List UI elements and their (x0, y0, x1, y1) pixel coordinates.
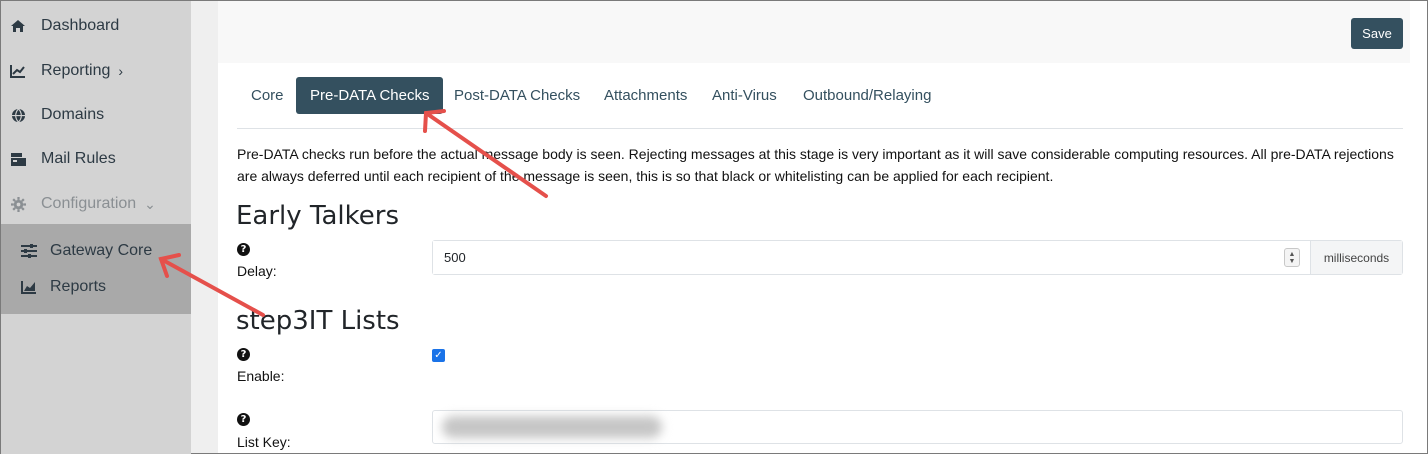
number-spinner[interactable]: ▲ ▼ (1284, 248, 1300, 267)
sidebar-item-label: Mail Rules (41, 150, 116, 167)
help-icon[interactable]: ? (237, 348, 250, 361)
submenu-item-reports[interactable]: Reports (21, 272, 106, 302)
help-icon[interactable]: ? (237, 243, 250, 256)
globe-icon (9, 106, 27, 124)
tab-outbound-relaying[interactable]: Outbound/Relaying (789, 77, 945, 114)
sidebar-item-label: Configuration (41, 195, 137, 212)
lists-heading: step3IT Lists (236, 306, 400, 336)
configuration-submenu: Gateway Core Reports (1, 224, 191, 314)
sidebar-item-reporting[interactable]: Reporting › (1, 51, 191, 91)
top-toolbar (218, 1, 1410, 63)
submenu-item-label: Reports (50, 278, 107, 295)
tab-core[interactable]: Core (237, 77, 298, 114)
sidebar: Dashboard Reporting › Domains Mail Rules… (1, 1, 191, 454)
mail-rules-icon (9, 150, 27, 168)
delay-input-group: milliseconds (432, 240, 1403, 275)
enable-checkbox[interactable]: ✓ (432, 349, 445, 362)
spinner-up-icon: ▲ (1288, 250, 1296, 258)
spinner-down-icon: ▼ (1288, 257, 1296, 265)
sidebar-item-label: Reporting (41, 62, 111, 79)
main-panel (218, 1, 1427, 453)
settings-tabs: Core Pre-DATA Checks Post-DATA Checks At… (237, 77, 1403, 129)
tab-anti-virus[interactable]: Anti-Virus (698, 77, 791, 114)
section-description: Pre-DATA checks run before the actual me… (237, 146, 1394, 184)
chevron-down-icon: ⌄ (144, 195, 156, 212)
checkmark-icon: ✓ (434, 349, 443, 361)
home-icon (9, 17, 27, 35)
sidebar-item-label: Domains (41, 106, 105, 123)
redacted-value (442, 416, 662, 438)
tab-attachments[interactable]: Attachments (590, 77, 701, 114)
tab-pre-data-checks[interactable]: Pre-DATA Checks (296, 77, 444, 114)
sidebar-item-dashboard[interactable]: Dashboard (1, 6, 191, 46)
help-icon[interactable]: ? (237, 413, 250, 426)
sidebar-item-configuration[interactable]: Configuration ⌄ (1, 184, 191, 224)
chart-line-icon (9, 62, 27, 80)
sidebar-item-mail-rules[interactable]: Mail Rules (1, 139, 191, 179)
sliders-icon (21, 243, 37, 259)
chevron-right-icon: › (118, 63, 124, 79)
sidebar-item-domains[interactable]: Domains (1, 95, 191, 135)
delay-unit-addon: milliseconds (1310, 241, 1402, 274)
tab-post-data-checks[interactable]: Post-DATA Checks (440, 77, 594, 114)
sidebar-item-label: Dashboard (41, 17, 120, 34)
gear-icon (9, 195, 27, 213)
delay-input[interactable] (433, 241, 1310, 274)
delay-label: Delay: (237, 263, 277, 279)
list-key-label: List Key: (237, 434, 291, 450)
early-talkers-heading: Early Talkers (236, 201, 400, 231)
chart-area-icon (21, 279, 37, 295)
submenu-item-label: Gateway Core (50, 242, 153, 259)
enable-label: Enable: (237, 368, 285, 384)
submenu-item-gateway-core[interactable]: Gateway Core (21, 236, 152, 266)
save-button[interactable]: Save (1351, 18, 1403, 49)
